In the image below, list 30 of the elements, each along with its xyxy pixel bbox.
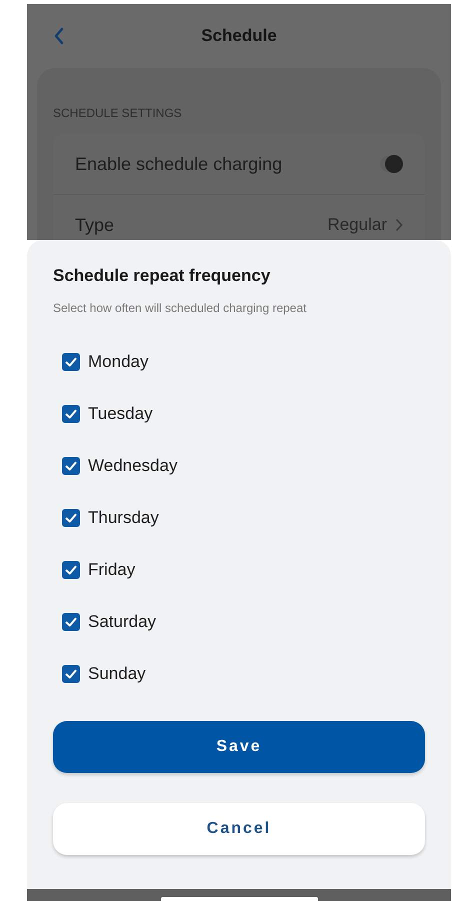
- checkbox[interactable]: [62, 665, 80, 683]
- checkbox[interactable]: [62, 457, 80, 475]
- setting-label: Enable schedule charging: [75, 154, 282, 174]
- day-label[interactable]: Saturday: [88, 612, 156, 632]
- checkbox[interactable]: [62, 613, 80, 631]
- check-icon: [64, 511, 78, 525]
- setting-value: Regular: [327, 215, 387, 235]
- check-icon: [64, 615, 78, 629]
- sheet-subtitle: Select how often will scheduled charging repeat: [53, 301, 308, 315]
- checkbox[interactable]: [62, 561, 80, 579]
- check-icon: [64, 355, 78, 369]
- day-label[interactable]: Wednesday: [88, 456, 178, 476]
- day-label[interactable]: Sunday: [88, 664, 146, 684]
- check-icon: [64, 407, 78, 421]
- check-icon: [64, 667, 78, 681]
- checkbox[interactable]: [62, 353, 80, 371]
- chevron-icon: [395, 218, 403, 232]
- save-button[interactable]: Save: [53, 721, 425, 773]
- day-label[interactable]: Friday: [88, 560, 136, 580]
- screen-title: Schedule: [201, 26, 277, 46]
- setting-label: Type: [75, 214, 114, 236]
- day-label[interactable]: Thursday: [88, 508, 159, 528]
- sheet-title: Schedule repeat frequency: [53, 266, 272, 286]
- checkbox[interactable]: [62, 405, 80, 423]
- checkbox[interactable]: [62, 509, 80, 527]
- check-icon: [64, 563, 78, 577]
- day-label[interactable]: Tuesday: [88, 404, 153, 424]
- check-icon: [64, 459, 78, 473]
- cancel-button[interactable]: Cancel: [53, 803, 425, 855]
- day-label[interactable]: Monday: [88, 352, 148, 372]
